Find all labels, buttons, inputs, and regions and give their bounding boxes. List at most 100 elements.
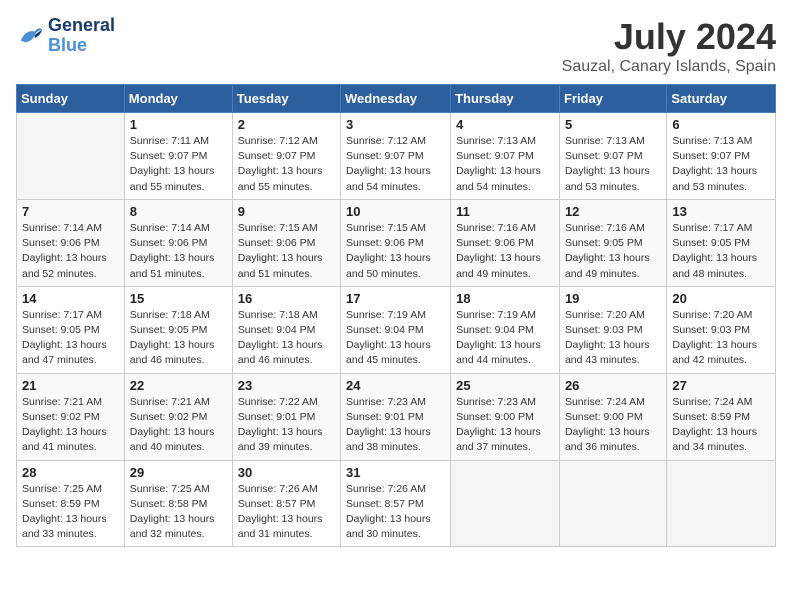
day-info: Sunrise: 7:17 AM Sunset: 9:05 PM Dayligh… [22, 308, 119, 369]
week-row-5: 28Sunrise: 7:25 AM Sunset: 8:59 PM Dayli… [17, 460, 776, 547]
day-number: 8 [130, 204, 227, 219]
day-info: Sunrise: 7:12 AM Sunset: 9:07 PM Dayligh… [238, 134, 335, 195]
day-cell: 26 Sunrise: 7:24 AM Sunset: 9:00 PM Dayli… [559, 373, 666, 460]
day-cell: 9 Sunrise: 7:15 AM Sunset: 9:06 PM Daylig… [232, 199, 340, 286]
day-cell: 2 Sunrise: 7:12 AM Sunset: 9:07 PM Daylig… [232, 113, 340, 200]
day-number: 2 [238, 117, 335, 132]
day-info: Sunrise: 7:15 AM Sunset: 9:06 PM Dayligh… [238, 221, 335, 282]
day-info: Sunrise: 7:18 AM Sunset: 9:04 PM Dayligh… [238, 308, 335, 369]
day-info: Sunrise: 7:12 AM Sunset: 9:07 PM Dayligh… [346, 134, 445, 195]
day-cell: 6Sunrise: 7:13 AM Sunset: 9:07 PM Daylig… [667, 113, 776, 200]
day-cell: 13 Sunrise: 7:17 AM Sunset: 9:05 PM Dayli… [667, 199, 776, 286]
day-info: Sunrise: 7:13 AM Sunset: 9:07 PM Dayligh… [672, 134, 770, 195]
column-header-friday: Friday [559, 85, 666, 113]
day-cell: 27Sunrise: 7:24 AM Sunset: 8:59 PM Dayli… [667, 373, 776, 460]
day-info: Sunrise: 7:14 AM Sunset: 9:06 PM Dayligh… [130, 221, 227, 282]
day-number: 15 [130, 291, 227, 306]
day-number: 13 [672, 204, 770, 219]
day-cell [559, 460, 666, 547]
day-number: 23 [238, 378, 335, 393]
day-info: Sunrise: 7:19 AM Sunset: 9:04 PM Dayligh… [456, 308, 554, 369]
day-number: 16 [238, 291, 335, 306]
day-cell: 7 Sunrise: 7:14 AM Sunset: 9:06 PM Daylig… [17, 199, 125, 286]
page-header: General Blue July 2024 Sauzal, Canary Is… [16, 16, 776, 76]
title-block: July 2024 Sauzal, Canary Islands, Spain [562, 16, 776, 76]
day-cell: 14 Sunrise: 7:17 AM Sunset: 9:05 PM Dayli… [17, 286, 125, 373]
day-cell: 24 Sunrise: 7:23 AM Sunset: 9:01 PM Dayli… [341, 373, 451, 460]
day-number: 3 [346, 117, 445, 132]
day-cell [667, 460, 776, 547]
day-number: 29 [130, 465, 227, 480]
column-header-saturday: Saturday [667, 85, 776, 113]
column-header-monday: Monday [124, 85, 232, 113]
day-cell: 23 Sunrise: 7:22 AM Sunset: 9:01 PM Dayli… [232, 373, 340, 460]
day-info: Sunrise: 7:21 AM Sunset: 9:02 PM Dayligh… [130, 395, 227, 456]
week-row-2: 7 Sunrise: 7:14 AM Sunset: 9:06 PM Daylig… [17, 199, 776, 286]
day-cell [17, 113, 125, 200]
day-info: Sunrise: 7:21 AM Sunset: 9:02 PM Dayligh… [22, 395, 119, 456]
day-number: 31 [346, 465, 445, 480]
day-info: Sunrise: 7:14 AM Sunset: 9:06 PM Dayligh… [22, 221, 119, 282]
logo-text-general: General [48, 16, 115, 36]
day-number: 4 [456, 117, 554, 132]
logo: General Blue [16, 16, 115, 56]
week-row-3: 14 Sunrise: 7:17 AM Sunset: 9:05 PM Dayli… [17, 286, 776, 373]
day-cell: 21Sunrise: 7:21 AM Sunset: 9:02 PM Dayli… [17, 373, 125, 460]
day-cell: 25 Sunrise: 7:23 AM Sunset: 9:00 PM Dayli… [451, 373, 560, 460]
day-info: Sunrise: 7:20 AM Sunset: 9:03 PM Dayligh… [672, 308, 770, 369]
day-info: Sunrise: 7:16 AM Sunset: 9:06 PM Dayligh… [456, 221, 554, 282]
day-number: 11 [456, 204, 554, 219]
day-info: Sunrise: 7:20 AM Sunset: 9:03 PM Dayligh… [565, 308, 661, 369]
day-info: Sunrise: 7:17 AM Sunset: 9:05 PM Dayligh… [672, 221, 770, 282]
day-info: Sunrise: 7:22 AM Sunset: 9:01 PM Dayligh… [238, 395, 335, 456]
week-row-4: 21Sunrise: 7:21 AM Sunset: 9:02 PM Dayli… [17, 373, 776, 460]
day-number: 26 [565, 378, 661, 393]
day-number: 9 [238, 204, 335, 219]
day-info: Sunrise: 7:24 AM Sunset: 8:59 PM Dayligh… [672, 395, 770, 456]
day-number: 22 [130, 378, 227, 393]
day-number: 17 [346, 291, 445, 306]
day-number: 5 [565, 117, 661, 132]
column-header-tuesday: Tuesday [232, 85, 340, 113]
column-header-thursday: Thursday [451, 85, 560, 113]
day-info: Sunrise: 7:23 AM Sunset: 9:00 PM Dayligh… [456, 395, 554, 456]
day-number: 25 [456, 378, 554, 393]
location-subtitle: Sauzal, Canary Islands, Spain [562, 58, 776, 76]
day-cell: 30Sunrise: 7:26 AM Sunset: 8:57 PM Dayli… [232, 460, 340, 547]
day-cell: 11 Sunrise: 7:16 AM Sunset: 9:06 PM Dayli… [451, 199, 560, 286]
calendar-body: 1Sunrise: 7:11 AM Sunset: 9:07 PM Daylig… [17, 113, 776, 547]
logo-icon [16, 22, 44, 50]
day-number: 12 [565, 204, 661, 219]
day-info: Sunrise: 7:13 AM Sunset: 9:07 PM Dayligh… [456, 134, 554, 195]
day-info: Sunrise: 7:24 AM Sunset: 9:00 PM Dayligh… [565, 395, 661, 456]
day-cell: 20 Sunrise: 7:20 AM Sunset: 9:03 PM Dayli… [667, 286, 776, 373]
column-header-sunday: Sunday [17, 85, 125, 113]
day-cell: 17Sunrise: 7:19 AM Sunset: 9:04 PM Dayli… [341, 286, 451, 373]
day-info: Sunrise: 7:23 AM Sunset: 9:01 PM Dayligh… [346, 395, 445, 456]
day-info: Sunrise: 7:25 AM Sunset: 8:58 PM Dayligh… [130, 482, 227, 543]
day-cell: 16 Sunrise: 7:18 AM Sunset: 9:04 PM Dayli… [232, 286, 340, 373]
day-number: 7 [22, 204, 119, 219]
calendar-table: SundayMondayTuesdayWednesdayThursdayFrid… [16, 84, 776, 547]
day-cell: 22 Sunrise: 7:21 AM Sunset: 9:02 PM Dayli… [124, 373, 232, 460]
column-header-wednesday: Wednesday [341, 85, 451, 113]
day-cell: 5 Sunrise: 7:13 AM Sunset: 9:07 PM Daylig… [559, 113, 666, 200]
day-cell: 15Sunrise: 7:18 AM Sunset: 9:05 PM Dayli… [124, 286, 232, 373]
day-cell [451, 460, 560, 547]
month-year-title: July 2024 [562, 16, 776, 58]
day-number: 30 [238, 465, 335, 480]
day-number: 24 [346, 378, 445, 393]
day-info: Sunrise: 7:16 AM Sunset: 9:05 PM Dayligh… [565, 221, 661, 282]
day-cell: 8 Sunrise: 7:14 AM Sunset: 9:06 PM Daylig… [124, 199, 232, 286]
day-number: 20 [672, 291, 770, 306]
day-info: Sunrise: 7:25 AM Sunset: 8:59 PM Dayligh… [22, 482, 119, 543]
day-cell: 1Sunrise: 7:11 AM Sunset: 9:07 PM Daylig… [124, 113, 232, 200]
day-cell: 31 Sunrise: 7:26 AM Sunset: 8:57 PM Dayli… [341, 460, 451, 547]
day-number: 14 [22, 291, 119, 306]
day-info: Sunrise: 7:13 AM Sunset: 9:07 PM Dayligh… [565, 134, 661, 195]
day-cell: 3 Sunrise: 7:12 AM Sunset: 9:07 PM Daylig… [341, 113, 451, 200]
day-info: Sunrise: 7:26 AM Sunset: 8:57 PM Dayligh… [346, 482, 445, 543]
day-number: 1 [130, 117, 227, 132]
day-cell: 4 Sunrise: 7:13 AM Sunset: 9:07 PM Daylig… [451, 113, 560, 200]
day-cell: 12 Sunrise: 7:16 AM Sunset: 9:05 PM Dayli… [559, 199, 666, 286]
